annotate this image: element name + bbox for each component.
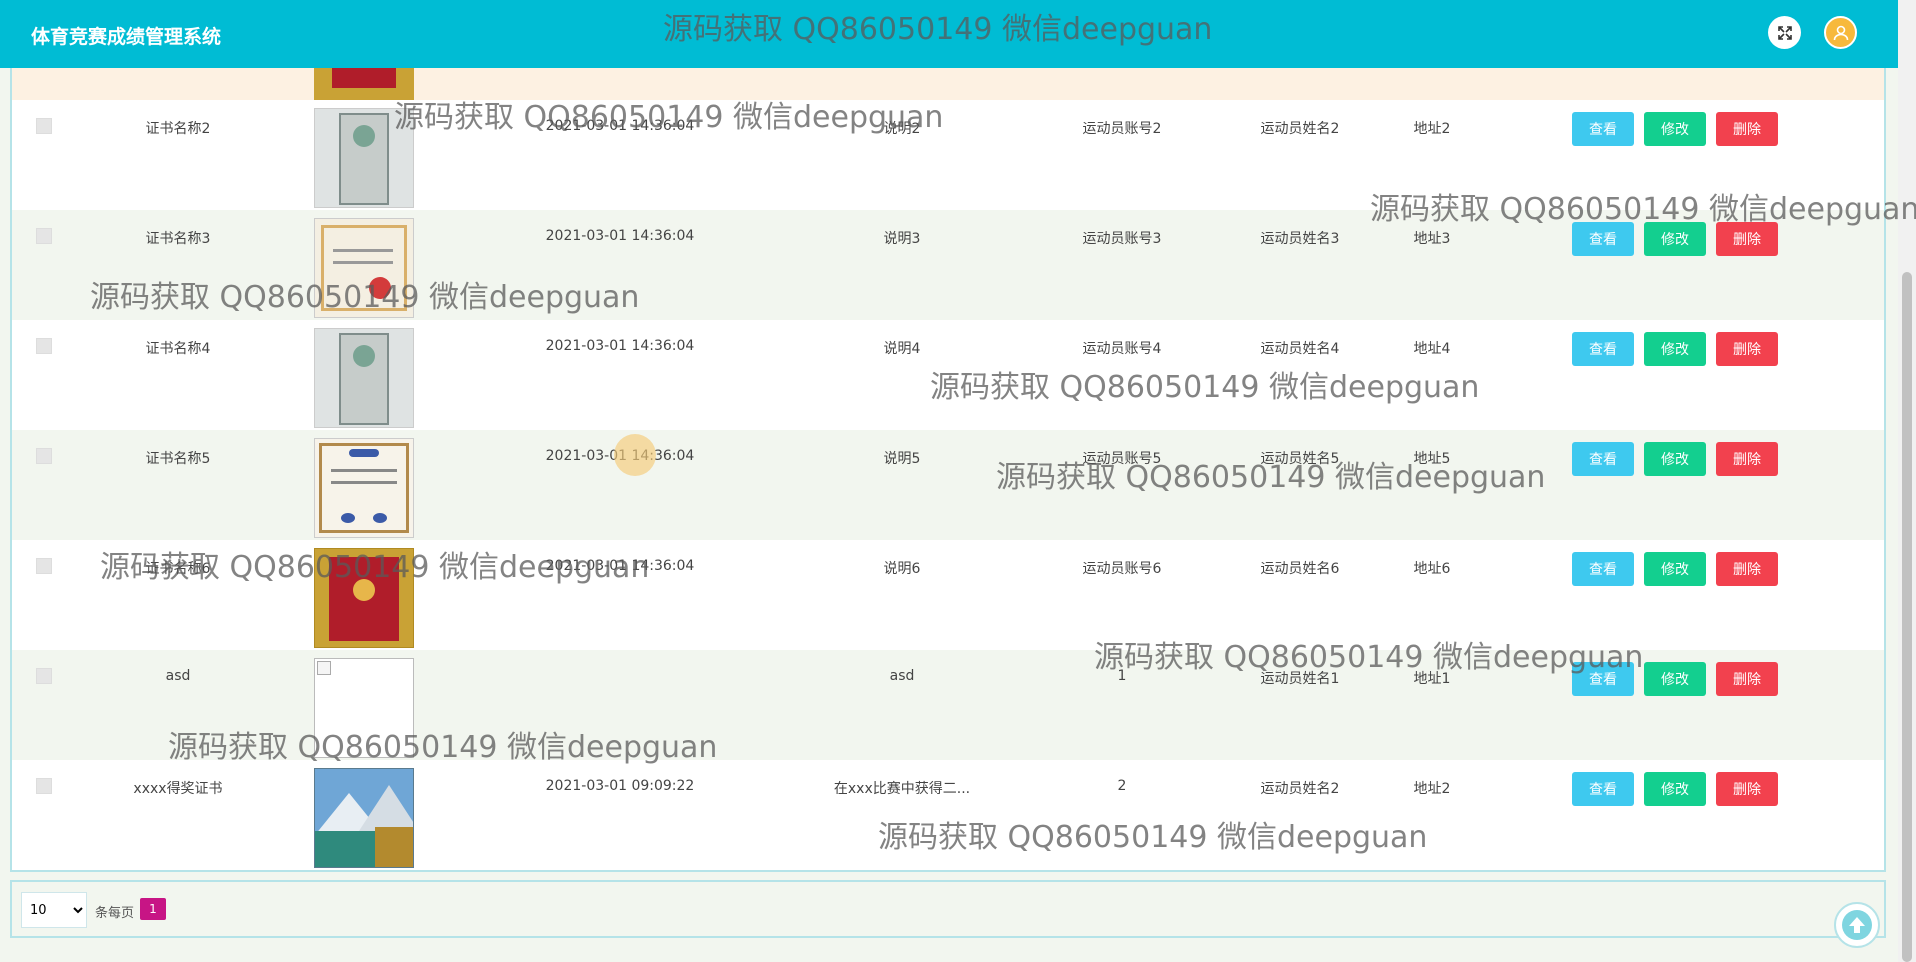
table-row: 证书名称3 2021-03-01 14:36:04 说明3 运动员账号3 运动员… xyxy=(12,210,1884,320)
athlete-name: 运动员姓名2 xyxy=(1260,781,1340,797)
issue-time: 2021-03-01 14:36:04 xyxy=(545,338,695,354)
top-bar: 体育竞赛成绩管理系统 xyxy=(0,0,1898,68)
athlete-account: 运动员账号2 xyxy=(1082,121,1162,137)
certificate-thumbnail xyxy=(314,438,414,538)
certificate-thumbnail xyxy=(314,328,414,428)
edit-button[interactable]: 修改 xyxy=(1644,332,1706,366)
edit-button[interactable]: 修改 xyxy=(1644,772,1706,806)
certificate-name: 证书名称6 xyxy=(145,561,211,577)
view-button[interactable]: 查看 xyxy=(1572,442,1634,476)
per-page-label: 条每页 xyxy=(95,906,135,921)
certificate-thumbnail xyxy=(314,218,414,318)
issue-time: 2021-03-01 14:36:04 xyxy=(545,118,695,134)
certificate-name: 证书名称4 xyxy=(145,341,211,357)
edit-button[interactable]: 修改 xyxy=(1644,662,1706,696)
athlete-account: 运动员账号6 xyxy=(1082,561,1162,577)
edit-button[interactable]: 修改 xyxy=(1644,222,1706,256)
athlete-name: 运动员姓名6 xyxy=(1260,561,1340,577)
back-to-top-icon[interactable] xyxy=(1834,902,1880,948)
certificate-thumbnail xyxy=(314,768,414,868)
athlete-account: 2 xyxy=(1117,778,1127,794)
athlete-account: 1 xyxy=(1117,668,1127,684)
address: 地址1 xyxy=(1413,671,1451,687)
delete-button[interactable]: 删除 xyxy=(1716,662,1778,696)
certificate-name: xxxx得奖证书 xyxy=(133,781,223,797)
athlete-name: 运动员姓名1 xyxy=(1260,671,1340,687)
row-checkbox[interactable] xyxy=(36,778,52,794)
fullscreen-icon[interactable] xyxy=(1768,16,1801,49)
certificate-name: 证书名称2 xyxy=(145,121,211,137)
address: 地址3 xyxy=(1413,231,1451,247)
athlete-account: 运动员账号5 xyxy=(1082,451,1162,467)
row-checkbox[interactable] xyxy=(36,558,52,574)
table-row: 证书名称5 2021-03-01 14:36:04 说明5 运动员账号5 运动员… xyxy=(12,430,1884,540)
description: 说明5 xyxy=(883,451,921,467)
view-button[interactable]: 查看 xyxy=(1572,112,1634,146)
page-button-current[interactable]: 1 xyxy=(140,898,166,920)
description: 在xxx比赛中获得二... xyxy=(833,781,971,797)
description: 说明2 xyxy=(883,121,921,137)
athlete-account: 运动员账号3 xyxy=(1082,231,1162,247)
table-row: xxxx得奖证书 2021-03-01 09:09:22 在xxx比赛中获得二.… xyxy=(12,760,1884,870)
scrollbar-thumb[interactable] xyxy=(1902,272,1912,962)
table-row: asd asd 1 运动员姓名1 地址1 查看 修改 删除 xyxy=(12,650,1884,760)
table-row: 证书名称2 2021-03-01 14:36:04 说明2 运动员账号2 运动员… xyxy=(12,100,1884,210)
athlete-name: 运动员姓名5 xyxy=(1260,451,1340,467)
athlete-account: 运动员账号4 xyxy=(1082,341,1162,357)
user-avatar-icon[interactable] xyxy=(1824,16,1857,49)
edit-button[interactable]: 修改 xyxy=(1644,112,1706,146)
address: 地址5 xyxy=(1413,451,1451,467)
view-button[interactable]: 查看 xyxy=(1572,332,1634,366)
description: asd xyxy=(889,668,915,684)
certificate-table: 证书名称2 2021-03-01 14:36:04 说明2 运动员账号2 运动员… xyxy=(10,0,1886,872)
table-row: 证书名称4 2021-03-01 14:36:04 说明4 运动员账号4 运动员… xyxy=(12,320,1884,430)
athlete-name: 运动员姓名2 xyxy=(1260,121,1340,137)
view-button[interactable]: 查看 xyxy=(1572,662,1634,696)
address: 地址4 xyxy=(1413,341,1451,357)
page-size-select[interactable]: 10 xyxy=(21,892,87,928)
mouse-cursor-highlight xyxy=(614,434,656,476)
delete-button[interactable]: 删除 xyxy=(1716,552,1778,586)
certificate-name: 证书名称5 xyxy=(145,451,211,467)
address: 地址2 xyxy=(1413,121,1451,137)
table-row: 证书名称6 2021-03-01 14:36:04 说明6 运动员账号6 运动员… xyxy=(12,540,1884,650)
description: 说明6 xyxy=(883,561,921,577)
certificate-name: 证书名称3 xyxy=(145,231,211,247)
delete-button[interactable]: 删除 xyxy=(1716,772,1778,806)
app-title: 体育竞赛成绩管理系统 xyxy=(31,26,222,48)
row-checkbox[interactable] xyxy=(36,338,52,354)
address: 地址2 xyxy=(1413,781,1451,797)
description: 说明4 xyxy=(883,341,921,357)
certificate-thumbnail xyxy=(314,108,414,208)
issue-time: 2021-03-01 14:36:04 xyxy=(545,558,695,574)
view-button[interactable]: 查看 xyxy=(1572,772,1634,806)
view-button[interactable]: 查看 xyxy=(1572,222,1634,256)
certificate-thumbnail xyxy=(314,548,414,648)
issue-time: 2021-03-01 09:09:22 xyxy=(545,778,695,794)
delete-button[interactable]: 删除 xyxy=(1716,112,1778,146)
athlete-name: 运动员姓名4 xyxy=(1260,341,1340,357)
athlete-name: 运动员姓名3 xyxy=(1260,231,1340,247)
pagination-bar: 10 条每页 1 xyxy=(10,880,1886,938)
address: 地址6 xyxy=(1413,561,1451,577)
view-button[interactable]: 查看 xyxy=(1572,552,1634,586)
row-checkbox[interactable] xyxy=(36,228,52,244)
description: 说明3 xyxy=(883,231,921,247)
delete-button[interactable]: 删除 xyxy=(1716,332,1778,366)
broken-image-icon xyxy=(314,658,414,758)
issue-time: 2021-03-01 14:36:04 xyxy=(545,228,695,244)
delete-button[interactable]: 删除 xyxy=(1716,442,1778,476)
edit-button[interactable]: 修改 xyxy=(1644,552,1706,586)
row-checkbox[interactable] xyxy=(36,668,52,684)
row-checkbox[interactable] xyxy=(36,118,52,134)
delete-button[interactable]: 删除 xyxy=(1716,222,1778,256)
edit-button[interactable]: 修改 xyxy=(1644,442,1706,476)
row-checkbox[interactable] xyxy=(36,448,52,464)
certificate-name: asd xyxy=(165,668,191,684)
